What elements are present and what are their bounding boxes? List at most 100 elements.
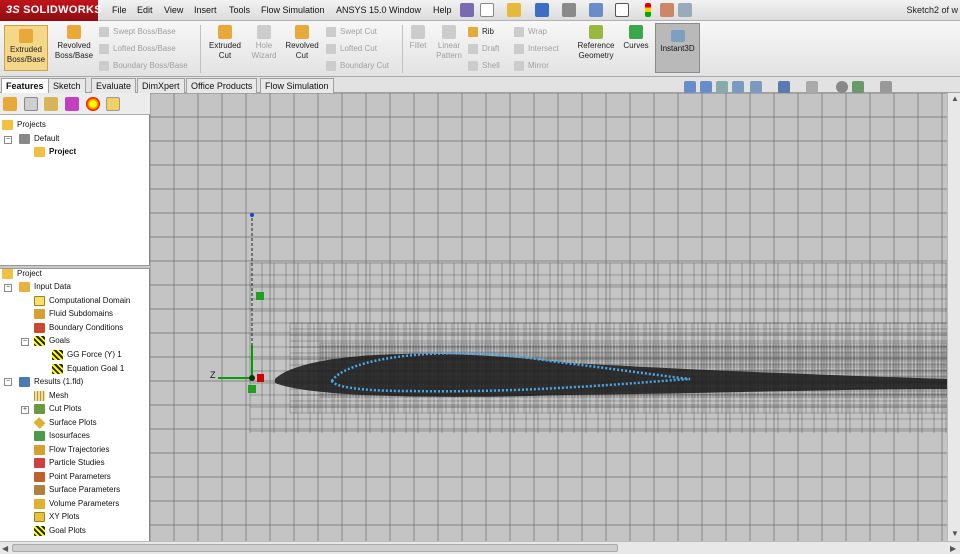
tree-isosurfaces[interactable]: Isosurfaces — [34, 431, 90, 441]
zoom-to-fit-icon[interactable] — [684, 81, 696, 93]
extruded-cut-button[interactable]: Extruded Cut — [204, 25, 246, 61]
configuration-manager-tab-icon[interactable] — [44, 97, 58, 111]
display-style-icon[interactable] — [778, 81, 790, 93]
expander-cut-plots[interactable]: + — [21, 406, 29, 414]
input-data-folder[interactable]: Input Data — [19, 282, 71, 292]
feature-manager-tab-icon[interactable] — [3, 97, 17, 111]
scroll-left-icon[interactable]: ◀ — [2, 544, 8, 553]
mirror-button[interactable]: Mirror — [514, 61, 549, 71]
section-view-icon[interactable] — [732, 81, 744, 93]
dimxpert-manager-tab-icon[interactable] — [65, 97, 79, 111]
scroll-right-icon[interactable]: ▶ — [950, 544, 956, 553]
expander-default[interactable]: − — [4, 136, 12, 144]
tree-goals[interactable]: Goals — [34, 336, 70, 346]
flow-simulation-tab-icon[interactable] — [106, 97, 120, 111]
tree-goal-force[interactable]: GG Force (Y) 1 — [52, 350, 122, 360]
tree-boundary-conditions[interactable]: Boundary Conditions — [34, 323, 123, 333]
tab-features[interactable]: Features — [1, 78, 49, 93]
scroll-down-icon[interactable]: ▼ — [951, 529, 959, 538]
undo-icon[interactable] — [589, 3, 603, 17]
wrap-button[interactable]: Wrap — [514, 27, 547, 37]
reference-geometry-button[interactable]: Reference Geometry — [574, 25, 618, 61]
horizontal-scrollbar[interactable]: ◀ ▶ — [0, 541, 960, 554]
expander-results[interactable]: − — [4, 378, 12, 386]
tab-evaluate[interactable]: Evaluate — [91, 78, 137, 93]
revolved-cut-button[interactable]: Revolved Cut — [282, 25, 322, 61]
shell-button[interactable]: Shell — [468, 61, 500, 71]
swept-cut-button[interactable]: Swept Cut — [326, 27, 377, 37]
menu-view[interactable]: View — [164, 5, 183, 15]
hole-wizard-button[interactable]: Hole Wizard — [248, 25, 280, 61]
tree-particle-studies[interactable]: Particle Studies — [34, 458, 105, 468]
view-settings-icon[interactable] — [880, 81, 892, 93]
property-manager-tab-icon[interactable] — [24, 97, 38, 111]
tab-office-products[interactable]: Office Products — [186, 78, 258, 93]
swept-boss-button[interactable]: Swept Boss/Base — [99, 27, 176, 37]
display-manager-tab-icon[interactable] — [86, 97, 100, 111]
menu-edit[interactable]: Edit — [137, 5, 153, 15]
project-node[interactable]: Project — [34, 147, 76, 157]
horizontal-scroll-thumb[interactable] — [12, 544, 618, 552]
tab-flow-simulation[interactable]: Flow Simulation — [260, 78, 334, 93]
menu-tools[interactable]: Tools — [229, 5, 250, 15]
previous-view-icon[interactable] — [716, 81, 728, 93]
intersect-button[interactable]: Intersect — [514, 44, 559, 54]
tree-fluid-subdomains[interactable]: Fluid Subdomains — [34, 309, 113, 319]
tab-dimxpert[interactable]: DimXpert — [137, 78, 185, 93]
tree-volume-parameters[interactable]: Volume Parameters — [34, 499, 119, 509]
boundary-boss-button[interactable]: Boundary Boss/Base — [99, 61, 188, 71]
rib-button[interactable]: Rib — [468, 27, 494, 37]
tree-xy-plots[interactable]: XY Plots — [34, 512, 80, 522]
tree-point-parameters[interactable]: Point Parameters — [34, 472, 111, 482]
extruded-boss-button[interactable]: Extruded Boss/Base — [4, 25, 48, 71]
curves-button[interactable]: Curves — [620, 25, 652, 51]
draft-button[interactable]: Draft — [468, 44, 499, 54]
lofted-cut-button[interactable]: Lofted Cut — [326, 44, 377, 54]
tree-surface-plots[interactable]: Surface Plots — [33, 417, 97, 429]
solidworks-logo[interactable]: 3S SOLIDWORKS — [0, 0, 102, 21]
expander-input-data[interactable]: − — [4, 284, 12, 292]
projects-root[interactable]: Projects — [2, 120, 46, 130]
apply-scene-icon[interactable] — [852, 81, 864, 93]
tab-sketch[interactable]: Sketch — [48, 78, 86, 93]
options-icon[interactable] — [678, 3, 692, 17]
open-folder-icon[interactable] — [507, 3, 521, 17]
edit-appearance-icon[interactable] — [836, 81, 848, 93]
instant3d-button[interactable]: Instant3D — [655, 23, 700, 73]
rebuild-icon[interactable] — [645, 3, 651, 17]
tree-computational-domain[interactable]: Computational Domain — [34, 296, 130, 306]
graphics-viewport[interactable]: Z — [150, 93, 947, 541]
boundary-cut-button[interactable]: Boundary Cut — [326, 61, 389, 71]
new-document-icon[interactable] — [480, 3, 494, 17]
revolved-boss-button[interactable]: Revolved Boss/Base — [52, 25, 96, 61]
tree-cut-plots[interactable]: Cut Plots — [34, 404, 81, 414]
menu-window[interactable]: Window — [389, 5, 421, 15]
file-properties-icon[interactable] — [660, 3, 674, 17]
save-icon[interactable] — [535, 3, 549, 17]
scroll-up-icon[interactable]: ▲ — [951, 94, 959, 103]
menu-file[interactable]: File — [112, 5, 127, 15]
fillet-button[interactable]: Fillet — [405, 25, 431, 51]
analysis-project-root[interactable]: Project — [2, 269, 42, 279]
results-folder[interactable]: Results (1.fld) — [19, 377, 83, 387]
linear-pattern-button[interactable]: Linear Pattern — [434, 25, 464, 61]
menu-ansys[interactable]: ANSYS 15.0 — [336, 5, 387, 15]
menu-help[interactable]: Help — [433, 5, 452, 15]
tree-flow-trajectories[interactable]: Flow Trajectories — [34, 445, 109, 455]
print-icon[interactable] — [562, 3, 576, 17]
zoom-to-area-icon[interactable] — [700, 81, 712, 93]
hide-show-items-icon[interactable] — [806, 81, 818, 93]
view-orientation-icon[interactable] — [750, 81, 762, 93]
pin-icon[interactable] — [460, 3, 474, 17]
menu-insert[interactable]: Insert — [194, 5, 217, 15]
expander-goals[interactable]: − — [21, 338, 29, 346]
tree-equation-goal[interactable]: Equation Goal 1 — [52, 364, 124, 374]
tree-surface-parameters[interactable]: Surface Parameters — [34, 485, 120, 495]
tree-mesh[interactable]: Mesh — [34, 391, 69, 401]
config-default[interactable]: Default — [19, 134, 59, 144]
menu-flow-simulation[interactable]: Flow Simulation — [261, 5, 325, 15]
tree-goal-plots[interactable]: Goal Plots — [34, 526, 86, 536]
select-pointer-icon[interactable] — [615, 3, 629, 17]
vertical-scrollbar[interactable]: ▲ ▼ — [947, 93, 960, 541]
lofted-boss-button[interactable]: Lofted Boss/Base — [99, 44, 176, 54]
